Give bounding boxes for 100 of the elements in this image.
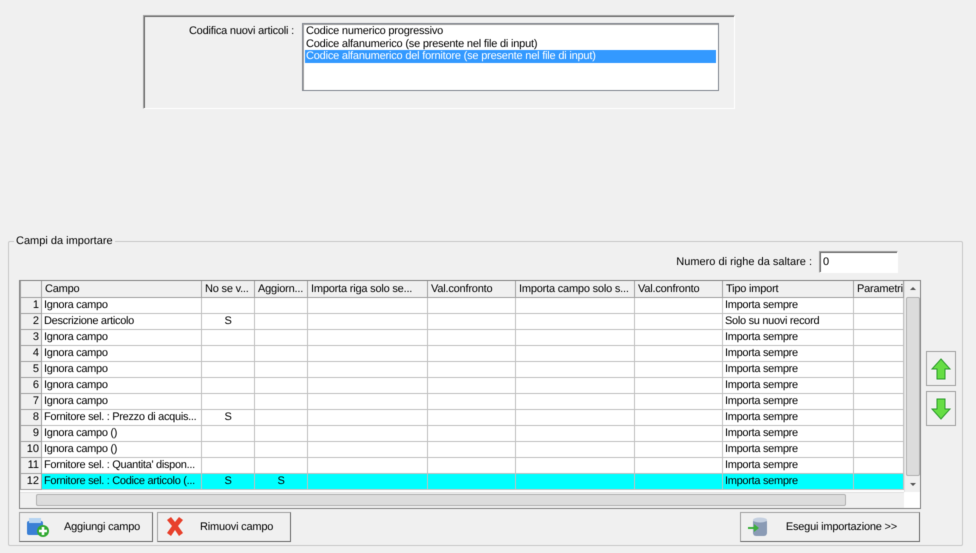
- table-cell: [254, 409, 308, 425]
- table-cell: [202, 393, 254, 409]
- table-cell: [254, 377, 308, 393]
- table-cell: [254, 313, 308, 329]
- table-cell: [854, 425, 904, 441]
- column-header[interactable]: Campo: [42, 281, 202, 297]
- arrow-down-icon: [931, 398, 951, 420]
- table-cell: [254, 441, 308, 457]
- table-cell: Solo su nuovi record: [722, 313, 854, 329]
- table-cell: Importa sempre: [722, 441, 854, 457]
- column-header[interactable]: Val.confronto: [428, 281, 516, 297]
- group-title: Campi da importare: [14, 235, 115, 247]
- vertical-scrollbar[interactable]: [904, 281, 920, 492]
- table-cell: Fornitore sel. : Prezzo di acquis...: [42, 409, 202, 425]
- table-cell: S: [202, 409, 254, 425]
- table-cell: Importa sempre: [722, 457, 854, 473]
- table-cell: Ignora campo (): [42, 425, 202, 441]
- table-cell: [202, 457, 254, 473]
- skip-rows-field[interactable]: 0: [819, 251, 898, 273]
- table-cell: Ignora campo (): [42, 441, 202, 457]
- action-button[interactable]: Esegui importazione >>: [740, 512, 920, 542]
- table-cell: Importa sempre: [722, 345, 854, 361]
- action-button[interactable]: Rimuovi campo: [157, 512, 291, 542]
- table-cell: Ignora campo: [42, 361, 202, 377]
- table-cell: [254, 297, 308, 313]
- column-header[interactable]: Tipo import: [722, 281, 854, 297]
- table-cell: [202, 377, 254, 393]
- table-cell: Fornitore sel. : Codice articolo (...: [42, 473, 202, 489]
- table-cell: S: [254, 473, 308, 489]
- table-cell: S: [202, 473, 254, 489]
- table-cell: [254, 345, 308, 361]
- row-number: 4: [20, 345, 42, 361]
- table-cell: [854, 473, 904, 489]
- table-cell: Fornitore sel. : Quantita' dispon...: [42, 457, 202, 473]
- table-cell: [202, 297, 254, 313]
- table-cell: [854, 345, 904, 361]
- skip-rows-label: Numero di righe da saltare :: [676, 256, 812, 268]
- encoding-list[interactable]: Codice numerico progressivo Codice alfanumerico (se presente nel file di input) Codice alfanumerico del fornitore (se presente nel file di input): [302, 23, 719, 91]
- column-header[interactable]: Aggiorn...: [254, 281, 308, 297]
- row-number: 5: [20, 361, 42, 377]
- move-down-button[interactable]: [926, 391, 956, 426]
- table-cell: Importa sempre: [722, 297, 854, 313]
- table-cell: Importa sempre: [722, 425, 854, 441]
- row-number: 3: [20, 329, 42, 345]
- table-cell: Ignora campo: [42, 377, 202, 393]
- table-cell: [254, 329, 308, 345]
- action-button[interactable]: Aggiungi campo: [19, 512, 153, 542]
- table-cell: Ignora campo: [42, 329, 202, 345]
- column-header[interactable]: Importa campo solo s...: [516, 281, 634, 297]
- table-cell: [202, 441, 254, 457]
- table-cell: Ignora campo: [42, 297, 202, 313]
- move-up-button[interactable]: [926, 351, 956, 386]
- table-cell: Importa sempre: [722, 329, 854, 345]
- row-number: 12: [20, 473, 42, 489]
- table-cell: Ignora campo: [42, 345, 202, 361]
- table-cell: Importa sempre: [722, 409, 854, 425]
- table-cell: [854, 361, 904, 377]
- row-number: 1: [20, 297, 42, 313]
- table-cell: [202, 329, 254, 345]
- table-cell: Importa sempre: [722, 377, 854, 393]
- row-number: 11: [20, 457, 42, 473]
- table-cell: [854, 441, 904, 457]
- table-cell: [854, 409, 904, 425]
- table-cell: [854, 329, 904, 345]
- row-number: 9: [20, 425, 42, 441]
- table-cell: Descrizione articolo: [42, 313, 202, 329]
- table-cell: [854, 457, 904, 473]
- table-cell: Importa sempre: [722, 393, 854, 409]
- row-number: 2: [20, 313, 42, 329]
- row-number: 6: [20, 377, 42, 393]
- table-cell: [254, 457, 308, 473]
- list-option[interactable]: Codice numerico progressivo: [305, 25, 716, 38]
- table-cell: [202, 361, 254, 377]
- table-cell: Importa sempre: [722, 361, 854, 377]
- column-header[interactable]: No se v...: [202, 281, 254, 297]
- table-cell: [254, 425, 308, 441]
- table-cell: [254, 393, 308, 409]
- table-cell: [854, 377, 904, 393]
- table-cell: Importa sempre: [722, 473, 854, 489]
- column-header[interactable]: Parametri: [854, 281, 904, 297]
- table-cell: Ignora campo: [42, 393, 202, 409]
- list-option[interactable]: Codice alfanumerico (se presente nel file di input): [305, 38, 716, 50]
- table-cell: [854, 297, 904, 313]
- horizontal-scrollbar[interactable]: [20, 492, 904, 508]
- table-cell: [854, 313, 904, 329]
- table-cell: S: [202, 313, 254, 329]
- table-cell: [854, 393, 904, 409]
- row-number: 7: [20, 393, 42, 409]
- arrow-up-icon: [931, 358, 951, 380]
- database-arrow-icon: [747, 516, 769, 538]
- table-cell: [202, 345, 254, 361]
- close-icon: [164, 516, 186, 538]
- row-number: 8: [20, 409, 42, 425]
- table-cell: [254, 361, 308, 377]
- table-cell: [202, 425, 254, 441]
- column-header[interactable]: Importa riga solo se...: [308, 281, 428, 297]
- row-number: 10: [20, 441, 42, 457]
- column-header[interactable]: Val.confronto: [634, 281, 722, 297]
- box-plus-icon: [26, 516, 50, 538]
- encoding-label: Codifica nuovi articoli :: [188, 24, 295, 39]
